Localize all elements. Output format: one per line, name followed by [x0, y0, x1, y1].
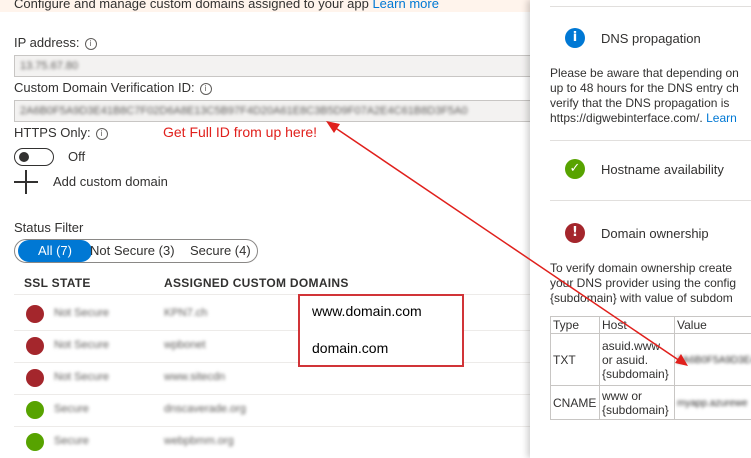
info-icon: i: [565, 28, 585, 48]
ssl-state-cell: Not Secure: [54, 307, 110, 319]
checkmark-icon: [26, 433, 44, 451]
banner-text: Configure and manage custom domains assi…: [14, 0, 439, 11]
ownership-line: To verify domain ownership create: [550, 261, 733, 275]
verification-id-value: 2A6B0F5A9D3E41B8C7F02D6A8E13C5B97F4D20A6…: [20, 105, 468, 117]
dig-url-text: https://digwebinterface.com/.: [550, 111, 703, 125]
dns-value-text: myapp.azurewe: [677, 397, 748, 409]
row-divider: [14, 426, 530, 427]
toggle-state-label: Off: [68, 149, 86, 164]
ssl-state-cell: Not Secure: [54, 339, 110, 351]
ssl-state-cell: Secure: [54, 403, 89, 415]
ssl-state-cell: Secure: [54, 435, 89, 447]
dns-value-text: 2A6B0F5A9D3E41B8: [677, 354, 751, 366]
ip-address-label: IP address: i: [14, 35, 97, 50]
ownership-line: your DNS provider using the config: [550, 276, 737, 290]
dns-line: verify that the DNS propagation is: [550, 96, 730, 110]
status-filter-pills: All (7) Not Secure (3) Secure (4): [14, 239, 258, 263]
dns-type-cell: CNAME: [550, 385, 600, 420]
panel-divider: [550, 140, 751, 141]
column-ssl-state[interactable]: SSL STATE: [24, 276, 91, 290]
filter-not-secure[interactable]: Not Secure (3): [90, 240, 175, 262]
checkmark-icon: ✓: [565, 159, 585, 179]
error-icon: [26, 369, 44, 387]
ownership-text: To verify domain ownership create your D…: [550, 261, 736, 306]
table-row[interactable]: Secure webpbmm.org: [14, 430, 530, 456]
status-filter-label: Status Filter: [14, 220, 84, 235]
dns-table-header: Type Host Value: [550, 316, 751, 334]
column-assigned-domains[interactable]: ASSIGNED CUSTOM DOMAINS: [164, 276, 349, 290]
learn-more-link[interactable]: Learn more: [372, 0, 438, 11]
row-divider: [14, 394, 530, 395]
panel-divider: [550, 6, 751, 7]
dns-type-cell: TXT: [550, 333, 600, 386]
annotation-text: Get Full ID from up here!: [163, 124, 318, 140]
error-icon: [26, 305, 44, 323]
ip-address-value: 13.75.67.80: [20, 60, 79, 72]
domain-cell: KPN7.ch: [164, 307, 208, 319]
dns-host-cell: asuid.www or asuid. {subdomain}: [599, 333, 675, 386]
callout-www-domain: www.domain.com: [312, 303, 422, 319]
dns-row-cname: CNAME www or {subdomain} myapp.azurewe: [550, 385, 751, 420]
domain-callout-box: www.domain.com domain.com: [298, 294, 464, 367]
verification-id-label: Custom Domain Verification ID: i: [14, 80, 212, 95]
dns-propagation-title: DNS propagation: [601, 31, 701, 46]
side-panel: i DNS propagation Please be aware that d…: [530, 0, 751, 458]
arrowhead-start: [326, 121, 340, 133]
domain-cell: www.sitecdn: [164, 371, 226, 383]
learn-link[interactable]: Learn: [706, 111, 737, 125]
callout-root-domain: domain.com: [312, 340, 389, 356]
dns-value-cell[interactable]: 2A6B0F5A9D3E41B8: [674, 333, 751, 386]
domain-cell: webpbmm.org: [164, 435, 234, 447]
dns-header-value: Value: [674, 316, 751, 334]
filter-secure[interactable]: Secure (4): [190, 240, 251, 262]
panel-divider: [550, 200, 751, 201]
checkmark-icon: [26, 401, 44, 419]
filter-all[interactable]: All (7): [18, 240, 92, 262]
info-icon[interactable]: i: [84, 38, 97, 50]
ownership-line: {subdomain} with value of subdom: [550, 291, 733, 305]
banner-description: Configure and manage custom domains assi…: [14, 0, 369, 11]
ssl-state-cell: Not Secure: [54, 371, 110, 383]
dns-records-table: Type Host Value TXT asuid.www or asuid. …: [550, 316, 751, 420]
hostname-availability-title: Hostname availability: [601, 162, 724, 177]
dns-header-host: Host: [599, 316, 675, 334]
info-icon[interactable]: i: [95, 128, 108, 140]
info-icon[interactable]: i: [199, 83, 212, 95]
https-only-toggle[interactable]: [14, 148, 54, 166]
dns-line: Please be aware that depending on: [550, 66, 739, 80]
verification-label-text: Custom Domain Verification ID:: [14, 80, 195, 95]
table-row[interactable]: Secure dnscaverade.org: [14, 398, 530, 424]
dns-header-type: Type: [550, 316, 600, 334]
domain-cell: wpbonet: [164, 339, 206, 351]
https-label-text: HTTPS Only:: [14, 125, 91, 140]
domain-cell: dnscaverade.org: [164, 403, 246, 415]
plus-icon[interactable]: [14, 170, 38, 194]
toggle-knob: [19, 152, 29, 162]
domain-ownership-title: Domain ownership: [601, 226, 709, 241]
verification-id-field[interactable]: 2A6B0F5A9D3E41B8C7F02D6A8E13C5B97F4D20A6…: [14, 100, 531, 122]
https-only-label: HTTPS Only: i: [14, 125, 108, 140]
dns-propagation-text: Please be aware that depending on up to …: [550, 66, 739, 126]
add-custom-domain-link[interactable]: Add custom domain: [53, 174, 168, 189]
ip-label-text: IP address:: [14, 35, 80, 50]
error-icon: !: [565, 223, 585, 243]
ip-address-field[interactable]: 13.75.67.80: [14, 55, 531, 77]
table-row[interactable]: Not Secure www.sitecdn: [14, 366, 530, 392]
dns-row-txt: TXT asuid.www or asuid. {subdomain} 2A6B…: [550, 333, 751, 386]
error-icon: [26, 337, 44, 355]
dns-host-cell: www or {subdomain}: [599, 385, 675, 420]
dns-line: up to 48 hours for the DNS entry ch: [550, 81, 739, 95]
dns-value-cell[interactable]: myapp.azurewe: [674, 385, 751, 420]
